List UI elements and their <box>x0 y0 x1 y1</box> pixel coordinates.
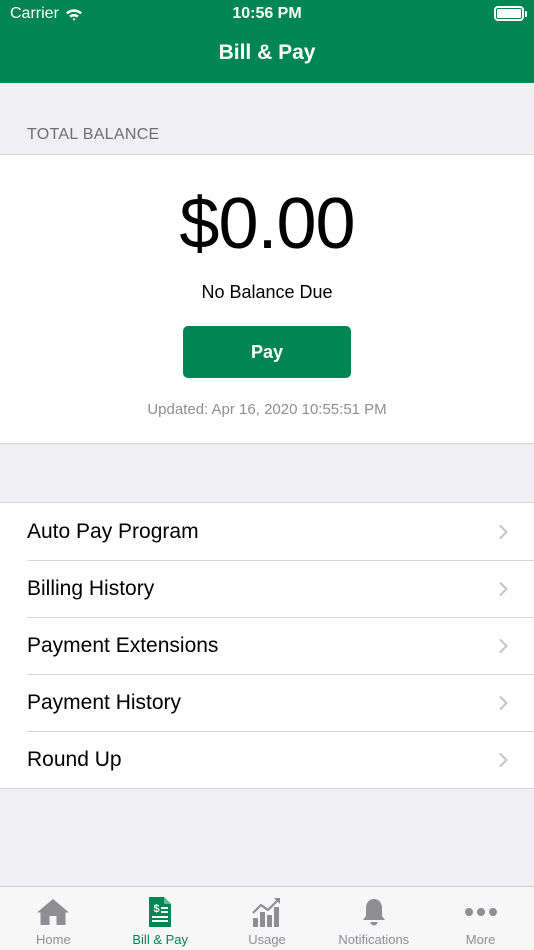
menu-item-payment-history[interactable]: Payment History <box>0 674 534 731</box>
balance-card: $0.00 No Balance Due Pay Updated: Apr 16… <box>0 154 534 444</box>
chevron-right-icon <box>499 581 508 596</box>
status-bar: Carrier 10:56 PM <box>0 0 534 30</box>
menu-item-billing-history[interactable]: Billing History <box>0 560 534 617</box>
menu-item-auto-pay[interactable]: Auto Pay Program <box>0 503 534 560</box>
menu-item-label: Payment History <box>27 690 182 714</box>
chevron-right-icon <box>499 752 508 767</box>
pay-button[interactable]: Pay <box>183 326 351 378</box>
bill-icon: $ <box>149 897 172 927</box>
updated-timestamp: Updated: Apr 16, 2020 10:55:51 PM <box>147 401 387 418</box>
battery-icon <box>494 6 527 21</box>
tab-bar: Home $ Bill & Pay Usage Notifications Mo… <box>0 886 534 950</box>
tab-home[interactable]: Home <box>0 887 107 950</box>
tab-label: Home <box>36 932 71 947</box>
chevron-right-icon <box>499 638 508 653</box>
tab-label: Bill & Pay <box>132 932 189 947</box>
menu-item-label: Round Up <box>27 747 122 771</box>
page-title: Bill & Pay <box>218 41 316 64</box>
more-dots-icon <box>464 908 497 916</box>
menu-item-label: Billing History <box>27 576 155 600</box>
tab-more[interactable]: More <box>427 887 534 950</box>
chevron-right-icon <box>499 524 508 539</box>
svg-text:$: $ <box>154 903 160 915</box>
nav-header: Carrier 10:56 PM Bill & Pay <box>0 0 534 83</box>
chevron-right-icon <box>499 695 508 710</box>
tab-bill-pay[interactable]: $ Bill & Pay <box>107 887 214 950</box>
bell-icon <box>362 899 385 926</box>
home-icon <box>37 899 70 925</box>
tab-label: Notifications <box>338 932 410 947</box>
menu-item-round-up[interactable]: Round Up <box>0 731 534 788</box>
tab-usage[interactable]: Usage <box>214 887 321 950</box>
tab-label: More <box>465 932 496 947</box>
total-balance-label: TOTAL BALANCE <box>27 126 160 143</box>
bill-menu-list: Auto Pay Program Billing History Payment… <box>0 502 534 789</box>
menu-item-payment-extensions[interactable]: Payment Extensions <box>0 617 534 674</box>
tab-label: Usage <box>248 932 286 947</box>
menu-item-label: Payment Extensions <box>27 633 219 657</box>
balance-amount: $0.00 <box>179 184 355 264</box>
balance-status: No Balance Due <box>201 282 333 302</box>
status-time: 10:56 PM <box>232 5 302 22</box>
tab-notifications[interactable]: Notifications <box>320 887 427 950</box>
usage-chart-icon <box>252 898 280 927</box>
menu-item-label: Auto Pay Program <box>27 519 199 543</box>
